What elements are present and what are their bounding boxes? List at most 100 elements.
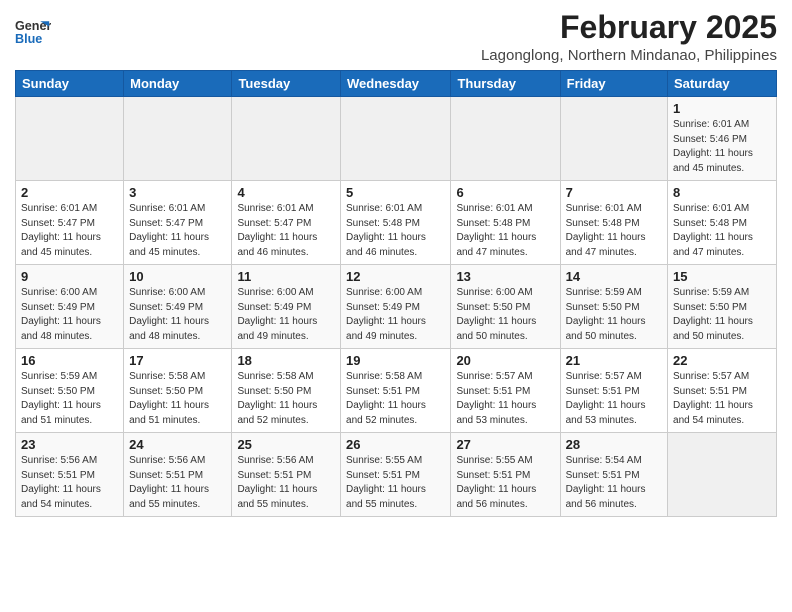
day-cell: 18 Sunrise: 5:58 AM Sunset: 5:50 PM Dayli… — [232, 349, 341, 433]
day-cell: 21 Sunrise: 5:57 AM Sunset: 5:51 PM Dayli… — [560, 349, 667, 433]
calendar-header-row: SundayMondayTuesdayWednesdayThursdayFrid… — [16, 71, 777, 97]
col-header-friday: Friday — [560, 71, 667, 97]
title-block: February 2025 Lagonglong, Northern Minda… — [481, 10, 777, 64]
col-header-tuesday: Tuesday — [232, 71, 341, 97]
day-info: Sunrise: 6:01 AM Sunset: 5:47 PM Dayligh… — [21, 202, 118, 260]
day-cell: 17 Sunrise: 5:58 AM Sunset: 5:50 PM Dayli… — [124, 349, 232, 433]
week-row-5: 23 Sunrise: 5:56 AM Sunset: 5:51 PM Dayli… — [16, 433, 777, 517]
day-info: Sunrise: 5:56 AM Sunset: 5:51 PM Dayligh… — [129, 454, 226, 512]
day-info: Sunrise: 5:58 AM Sunset: 5:51 PM Dayligh… — [346, 370, 445, 428]
week-row-1: 1 Sunrise: 6:01 AM Sunset: 5:46 PM Daylig… — [16, 97, 777, 181]
day-cell: 11Sunrise: 6:00 AM Sunset: 5:49 PM Dayli… — [232, 265, 341, 349]
day-info: Sunrise: 6:01 AM Sunset: 5:46 PM Dayligh… — [673, 118, 771, 176]
header: General Blue February 2025 Lagonglong, N… — [15, 10, 777, 64]
day-cell: 26 Sunrise: 5:55 AM Sunset: 5:51 PM Dayli… — [341, 433, 451, 517]
day-cell: 22 Sunrise: 5:57 AM Sunset: 5:51 PM Dayli… — [668, 349, 777, 433]
day-info: Sunrise: 6:01 AM Sunset: 5:48 PM Dayligh… — [456, 202, 554, 260]
day-cell: 14Sunrise: 5:59 AM Sunset: 5:50 PM Dayli… — [560, 265, 667, 349]
day-cell — [668, 433, 777, 517]
day-cell: 12 Sunrise: 6:00 AM Sunset: 5:49 PM Dayli… — [341, 265, 451, 349]
day-info: Sunrise: 6:00 AM Sunset: 5:50 PM Dayligh… — [456, 286, 554, 344]
day-cell — [451, 97, 560, 181]
day-info: Sunrise: 6:01 AM Sunset: 5:47 PM Dayligh… — [129, 202, 226, 260]
day-info: Sunrise: 6:01 AM Sunset: 5:48 PM Dayligh… — [346, 202, 445, 260]
day-cell: 9 Sunrise: 6:00 AM Sunset: 5:49 PM Daylig… — [16, 265, 124, 349]
day-cell — [341, 97, 451, 181]
day-cell — [124, 97, 232, 181]
day-info: Sunrise: 5:57 AM Sunset: 5:51 PM Dayligh… — [456, 370, 554, 428]
day-cell: 13 Sunrise: 6:00 AM Sunset: 5:50 PM Dayli… — [451, 265, 560, 349]
day-number: 2 — [21, 185, 118, 200]
day-cell: 6 Sunrise: 6:01 AM Sunset: 5:48 PM Daylig… — [451, 181, 560, 265]
day-number: 17 — [129, 353, 226, 368]
day-cell: 28 Sunrise: 5:54 AM Sunset: 5:51 PM Dayli… — [560, 433, 667, 517]
week-row-4: 16 Sunrise: 5:59 AM Sunset: 5:50 PM Dayli… — [16, 349, 777, 433]
day-cell: 24 Sunrise: 5:56 AM Sunset: 5:51 PM Dayli… — [124, 433, 232, 517]
day-info: Sunrise: 5:55 AM Sunset: 5:51 PM Dayligh… — [346, 454, 445, 512]
day-info: Sunrise: 5:58 AM Sunset: 5:50 PM Dayligh… — [237, 370, 335, 428]
day-number: 6 — [456, 185, 554, 200]
day-number: 26 — [346, 437, 445, 452]
day-number: 19 — [346, 353, 445, 368]
col-header-saturday: Saturday — [668, 71, 777, 97]
col-header-thursday: Thursday — [451, 71, 560, 97]
day-cell — [232, 97, 341, 181]
day-cell: 19 Sunrise: 5:58 AM Sunset: 5:51 PM Dayli… — [341, 349, 451, 433]
day-info: Sunrise: 5:55 AM Sunset: 5:51 PM Dayligh… — [456, 454, 554, 512]
day-info: Sunrise: 6:00 AM Sunset: 5:49 PM Dayligh… — [129, 286, 226, 344]
col-header-wednesday: Wednesday — [341, 71, 451, 97]
day-number: 16 — [21, 353, 118, 368]
day-number: 24 — [129, 437, 226, 452]
day-cell: 23Sunrise: 5:56 AM Sunset: 5:51 PM Dayli… — [16, 433, 124, 517]
day-cell: 16 Sunrise: 5:59 AM Sunset: 5:50 PM Dayli… — [16, 349, 124, 433]
day-number: 22 — [673, 353, 771, 368]
day-info: Sunrise: 5:56 AM Sunset: 5:51 PM Dayligh… — [237, 454, 335, 512]
day-cell: 27 Sunrise: 5:55 AM Sunset: 5:51 PM Dayli… — [451, 433, 560, 517]
day-number: 15 — [673, 269, 771, 284]
day-info: Sunrise: 6:00 AM Sunset: 5:49 PM Dayligh… — [237, 286, 335, 344]
day-info: Sunrise: 6:01 AM Sunset: 5:47 PM Dayligh… — [237, 202, 335, 260]
day-cell: 3 Sunrise: 6:01 AM Sunset: 5:47 PM Daylig… — [124, 181, 232, 265]
day-number: 13 — [456, 269, 554, 284]
day-cell: 25 Sunrise: 5:56 AM Sunset: 5:51 PM Dayli… — [232, 433, 341, 517]
day-number: 1 — [673, 101, 771, 116]
day-cell: 1 Sunrise: 6:01 AM Sunset: 5:46 PM Daylig… — [668, 97, 777, 181]
day-number: 27 — [456, 437, 554, 452]
day-number: 9 — [21, 269, 118, 284]
day-cell: 7Sunrise: 6:01 AM Sunset: 5:48 PM Daylig… — [560, 181, 667, 265]
day-info: Sunrise: 6:01 AM Sunset: 5:48 PM Dayligh… — [673, 202, 771, 260]
day-cell: 4Sunrise: 6:01 AM Sunset: 5:47 PM Daylig… — [232, 181, 341, 265]
day-cell — [560, 97, 667, 181]
day-number: 8 — [673, 185, 771, 200]
day-info: Sunrise: 5:57 AM Sunset: 5:51 PM Dayligh… — [566, 370, 662, 428]
col-header-monday: Monday — [124, 71, 232, 97]
day-number: 3 — [129, 185, 226, 200]
week-row-3: 9 Sunrise: 6:00 AM Sunset: 5:49 PM Daylig… — [16, 265, 777, 349]
day-info: Sunrise: 6:00 AM Sunset: 5:49 PM Dayligh… — [21, 286, 118, 344]
day-info: Sunrise: 5:54 AM Sunset: 5:51 PM Dayligh… — [566, 454, 662, 512]
day-cell: 10Sunrise: 6:00 AM Sunset: 5:49 PM Dayli… — [124, 265, 232, 349]
week-row-2: 2 Sunrise: 6:01 AM Sunset: 5:47 PM Daylig… — [16, 181, 777, 265]
location-title: Lagonglong, Northern Mindanao, Philippin… — [481, 47, 777, 64]
day-info: Sunrise: 5:57 AM Sunset: 5:51 PM Dayligh… — [673, 370, 771, 428]
day-cell — [16, 97, 124, 181]
day-number: 25 — [237, 437, 335, 452]
calendar-table: SundayMondayTuesdayWednesdayThursdayFrid… — [15, 70, 777, 517]
day-number: 12 — [346, 269, 445, 284]
day-cell: 20Sunrise: 5:57 AM Sunset: 5:51 PM Dayli… — [451, 349, 560, 433]
day-number: 23 — [21, 437, 118, 452]
logo-icon: General Blue — [15, 14, 51, 50]
day-info: Sunrise: 5:58 AM Sunset: 5:50 PM Dayligh… — [129, 370, 226, 428]
day-info: Sunrise: 5:59 AM Sunset: 5:50 PM Dayligh… — [21, 370, 118, 428]
day-info: Sunrise: 5:59 AM Sunset: 5:50 PM Dayligh… — [673, 286, 771, 344]
day-number: 21 — [566, 353, 662, 368]
day-number: 28 — [566, 437, 662, 452]
day-number: 18 — [237, 353, 335, 368]
day-cell: 8 Sunrise: 6:01 AM Sunset: 5:48 PM Daylig… — [668, 181, 777, 265]
day-number: 5 — [346, 185, 445, 200]
svg-text:Blue: Blue — [15, 32, 42, 46]
day-number: 7 — [566, 185, 662, 200]
day-info: Sunrise: 6:00 AM Sunset: 5:49 PM Dayligh… — [346, 286, 445, 344]
day-cell: 2 Sunrise: 6:01 AM Sunset: 5:47 PM Daylig… — [16, 181, 124, 265]
day-cell: 15 Sunrise: 5:59 AM Sunset: 5:50 PM Dayli… — [668, 265, 777, 349]
